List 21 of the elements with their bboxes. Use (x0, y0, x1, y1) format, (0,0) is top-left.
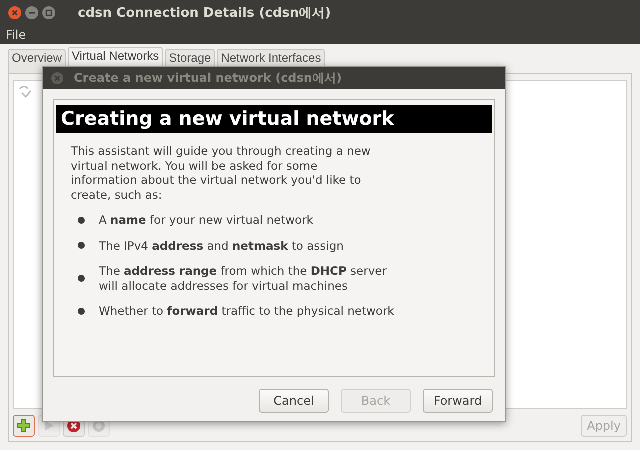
bullet-icon (78, 275, 85, 282)
window-title: cdsn Connection Details (cdsn에서) (78, 5, 332, 22)
forward-button[interactable]: Forward (423, 389, 493, 413)
maximize-icon[interactable] (42, 6, 56, 20)
bullet-icon (78, 216, 85, 224)
intro-text: This assistant will guide you through creating a new virtual network. You will be asked for some information about the virtual network you'd like to create, such as: (71, 144, 372, 202)
minimize-icon[interactable] (25, 6, 39, 20)
page-heading: Creating a new virtual network (56, 105, 492, 133)
bullet-text: The IPv4 address and netmask to assign (99, 238, 344, 253)
menu-item[interactable]: File (6, 28, 26, 42)
bullet-icon (78, 308, 85, 315)
bullet-icon (78, 242, 85, 250)
add-button[interactable] (13, 415, 35, 437)
bullet-text: A name for your new virtual network (99, 213, 314, 228)
bullet-text: Whether to forward traffic to the physical network (99, 304, 394, 318)
cancel-button[interactable]: Cancel (259, 389, 329, 413)
close-icon[interactable] (51, 72, 64, 84)
close-icon[interactable] (8, 6, 22, 20)
plus-icon (17, 419, 31, 433)
play-icon (43, 420, 55, 432)
bullet-text: The address range from which the DHCP server will allocate addresses for virtual machines (99, 264, 387, 293)
